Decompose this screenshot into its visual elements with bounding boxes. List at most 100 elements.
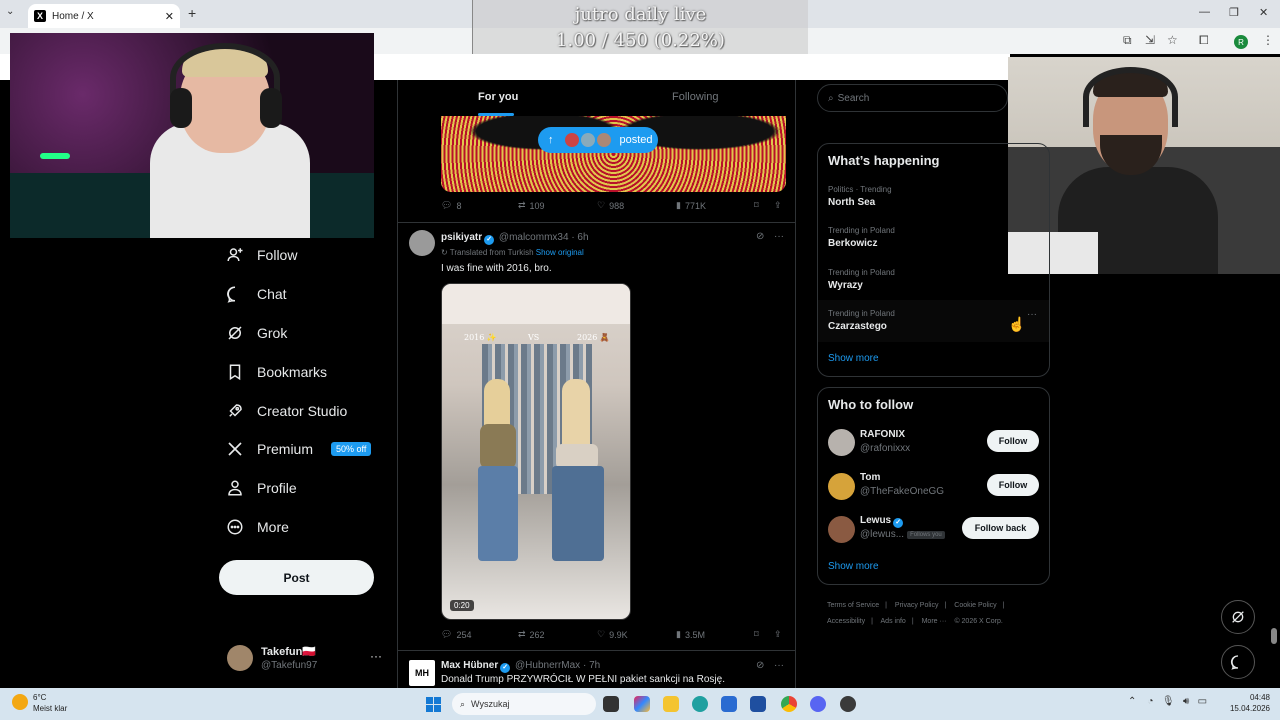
obs-icon[interactable] [840,696,856,712]
grok-icon[interactable]: ⊘ [756,231,764,242]
suggestion-name[interactable]: Tom [860,472,880,483]
privacy-link[interactable]: Privacy Policy [895,602,939,609]
close-window-button[interactable]: ✕ [1259,6,1268,19]
tab-search-button[interactable]: ⌄ [6,6,14,17]
post-more-icon[interactable]: ··· [774,660,784,671]
nav-follow[interactable]: Follow [225,241,297,269]
maximize-button[interactable]: ❐ [1229,6,1239,19]
nav-more[interactable]: More [225,513,289,541]
post-button[interactable]: Post [219,560,374,595]
network-icon[interactable]: ◔ [1148,696,1154,707]
suggestion-name[interactable]: RAFONIX [860,429,905,440]
panel-title: Who to follow [828,397,914,412]
nav-grok[interactable]: Grok [225,319,287,347]
volume-icon[interactable]: 🔊︎ [1183,696,1189,707]
nav-profile[interactable]: Profile [225,474,297,502]
accessibility-link[interactable]: Accessibility [827,618,865,625]
nav-creator-studio[interactable]: Creator Studio [225,397,347,425]
trend-item[interactable]: Wyrazy [828,280,863,291]
messages-fab-button[interactable] [1221,645,1255,679]
views-button[interactable]: ▮ 3.5M [676,629,705,640]
translate-icon[interactable]: ⧉ [1123,33,1132,48]
post-video[interactable]: 2016 ✨ VS 2026 🧸 0:20 [441,283,631,620]
like-button[interactable]: ♡ 988 [597,200,624,211]
battery-icon[interactable]: ▭ [1198,696,1207,707]
more-link[interactable]: More ··· [922,618,947,625]
reply-button[interactable]: 💬︎ 254 [441,629,471,640]
microphone-icon[interactable]: 🎙︎ [1162,696,1175,707]
avatar[interactable] [409,230,435,256]
avatar[interactable] [828,429,855,456]
share-button[interactable]: ⇪ [774,200,782,211]
edge-icon[interactable] [692,696,708,712]
grok-fab-button[interactable] [1221,600,1255,634]
show-more-trends-link[interactable]: Show more [828,353,879,364]
browser-tab-home[interactable]: X Home / X ✕ [28,4,180,28]
extensions-icon[interactable]: ⧠ [1199,33,1209,48]
weather-moon-icon[interactable] [12,694,28,710]
ads-info-link[interactable]: Ads info [881,618,906,625]
clock-time[interactable]: 04:48 [1238,693,1270,702]
views-button[interactable]: ▮ 771K [676,200,706,211]
trend-item[interactable]: Berkowicz [828,238,877,249]
follow-button[interactable]: Follow [987,474,1039,496]
terms-link[interactable]: Terms of Service [827,602,879,609]
share-button[interactable]: ⇪ [774,629,782,640]
trend-more-icon[interactable]: ··· [1027,309,1037,320]
task-view-icon[interactable] [603,696,619,712]
post-author[interactable]: Max Hübner ✓ @HubnerrMax · 7h [441,660,600,673]
bookmark-button[interactable]: ⌑ [754,200,759,211]
post-author[interactable]: psikiyatr ✓ @malcommx34 · 6h [441,232,589,245]
repost-button[interactable]: ⇄ 262 [518,629,545,640]
verified-badge-icon: ✓ [893,518,904,528]
mail-icon[interactable] [721,696,737,712]
repost-button[interactable]: ⇄ 109 [518,200,545,211]
avatar[interactable]: MH [409,660,435,686]
minimize-button[interactable]: — [1199,6,1210,18]
install-app-icon[interactable]: ⇲ [1145,33,1155,47]
weather-temperature[interactable]: 6°C [33,693,46,702]
avatar[interactable] [828,516,855,543]
nav-premium[interactable]: Premium 50% off [225,435,372,463]
account-more-icon[interactable]: ··· [370,649,382,663]
cookie-link[interactable]: Cookie Policy [954,602,996,609]
share-icon: ⇪ [774,200,782,210]
post-more-icon[interactable]: ··· [774,231,784,242]
copilot-icon[interactable] [634,696,650,712]
scrollbar-thumb[interactable] [1271,628,1277,644]
chevron-up-icon[interactable]: ⌃ [1128,696,1136,707]
store-icon[interactable] [750,696,766,712]
clock-date[interactable]: 15.04.2026 [1228,704,1270,713]
browser-profile-avatar[interactable]: R [1234,35,1248,49]
chrome-icon[interactable] [781,696,797,712]
browser-menu-icon[interactable]: ⋮ [1262,33,1274,47]
x-favicon-icon: X [34,10,46,22]
taskbar-search-input[interactable]: ⌕ Wyszukaj [452,693,596,715]
grok-icon[interactable]: ⊘ [756,660,764,671]
trend-item[interactable]: North Sea [828,197,875,208]
trend-item[interactable]: Czarzastego [828,321,887,332]
reply-button[interactable]: 💬︎ 8 [441,200,461,211]
system-tray[interactable]: ⌃ ◔ 🎙︎ 🔊︎ ▭ [1128,696,1207,707]
nav-bookmarks[interactable]: Bookmarks [225,358,327,386]
new-posts-pill[interactable]: ↑ posted [538,127,658,153]
show-more-follow-link[interactable]: Show more [828,561,879,572]
avatar[interactable] [828,473,855,500]
bookmark-button[interactable]: ⌑ [754,629,759,640]
follow-back-button[interactable]: Follow back [962,517,1039,539]
nav-chat[interactable]: Chat [225,280,287,308]
follow-button[interactable]: Follow [987,430,1039,452]
discord-icon[interactable] [810,696,826,712]
suggestion-name[interactable]: Lewus ✓ [860,515,905,528]
tab-following[interactable]: Following [672,91,718,103]
search-icon: ⌕ [460,698,466,709]
tab-for-you[interactable]: For you [478,91,518,103]
bookmark-star-icon[interactable]: ☆ [1167,33,1178,47]
new-tab-button[interactable]: + [188,5,196,21]
start-button[interactable] [426,697,441,712]
file-explorer-icon[interactable] [663,696,679,712]
show-original-link[interactable]: Show original [536,248,584,257]
search-input[interactable]: ⌕ Search [817,84,1008,112]
tab-close-icon[interactable]: ✕ [165,10,174,23]
like-button[interactable]: ♡ 9.9K [597,629,628,640]
